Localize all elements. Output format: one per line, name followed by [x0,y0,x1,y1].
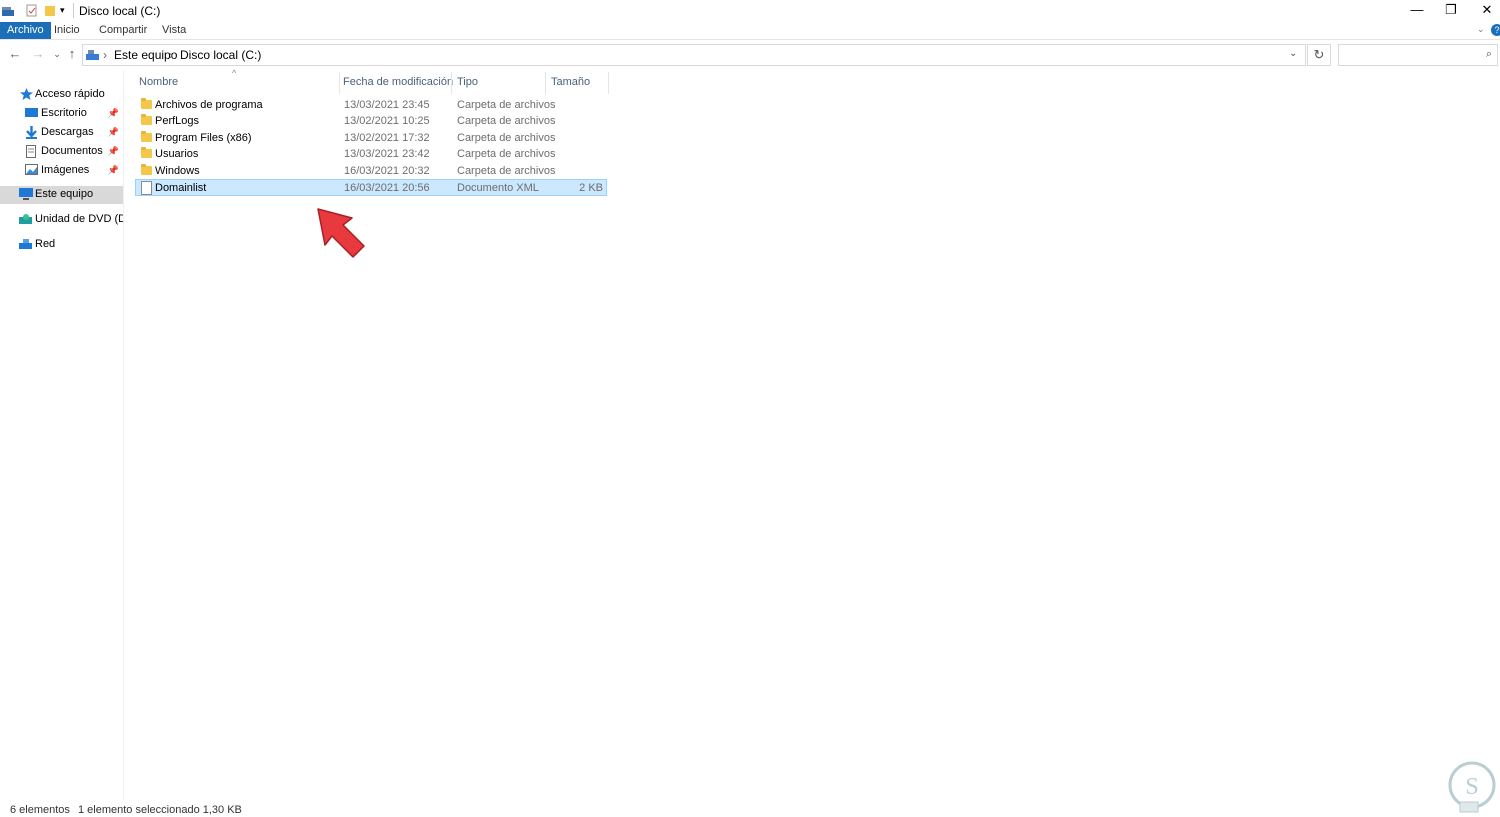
item-count: 6 elementos [10,804,70,816]
forward-arrow-icon[interactable]: → [31,46,45,61]
explorer-app-icon[interactable] [2,4,14,17]
sidebar-item-descargas[interactable]: Descargas 📌 [0,124,123,142]
folder-icon [141,164,152,175]
recent-locations-icon[interactable]: ⌄ [50,49,64,60]
folder-icon [141,147,152,158]
column-divider[interactable] [608,72,609,94]
sidebar-item-acceso-rapido[interactable]: Acceso rápido [0,86,123,104]
documents-icon [26,145,39,158]
column-divider[interactable] [451,72,452,94]
breadcrumb-separator: › [103,48,107,62]
sidebar-item-unidad-dvd[interactable]: Unidad de DVD (D:) S [0,211,123,229]
folder-icon [141,98,152,109]
navigation-pane: Acceso rápido Escritorio 📌 Descargas 📌 D… [0,70,124,800]
folder-icon [141,114,152,125]
xml-file-icon [141,181,152,195]
status-bar: 6 elementos 1 elemento seleccionado 1,30… [0,800,1500,816]
column-header-name[interactable]: Nombre [139,76,178,88]
tab-inicio[interactable]: Inicio [47,22,87,39]
computer-location-icon [86,49,99,63]
column-header-type[interactable]: Tipo [457,76,478,88]
pin-icon[interactable]: 📌 [108,127,119,138]
pin-icon[interactable]: 📌 [108,146,119,157]
svg-text:S: S [1465,774,1478,800]
sidebar-item-imagenes[interactable]: Imágenes 📌 [0,162,123,180]
pictures-icon [25,164,38,175]
refresh-button[interactable]: ↻ [1307,44,1331,66]
new-folder-icon[interactable] [44,4,56,17]
folder-icon [141,131,152,142]
pin-icon[interactable]: 📌 [108,108,119,119]
breadcrumb-disco-local[interactable]: Disco local (C:) [180,48,261,62]
red-arrow-icon [312,204,372,264]
file-row[interactable]: Windows 16/03/2021 20:32 Carpeta de arch… [136,163,606,179]
tab-archivo[interactable]: Archivo [0,22,51,39]
sidebar-item-documentos[interactable]: Documentos 📌 [0,143,123,161]
minimize-button[interactable]: — [1402,2,1432,20]
file-row[interactable]: Usuarios 13/03/2021 23:42 Carpeta de arc… [136,146,606,162]
search-icon[interactable]: ⌕ [1486,48,1492,61]
search-input[interactable] [1341,47,1475,63]
file-row[interactable]: PerfLogs 13/02/2021 10:25 Carpeta de arc… [136,113,606,129]
breadcrumb-este-equipo[interactable]: Este equipo [114,48,177,62]
customize-toolbar-icon[interactable]: ▾ [60,5,65,16]
restore-button[interactable]: ❐ [1436,2,1466,20]
selection-info: 1 elemento seleccionado 1,30 KB [78,804,242,816]
back-arrow-icon[interactable]: ← [8,46,22,61]
address-dropdown-icon[interactable]: ⌄ [1289,48,1297,59]
computer-icon [19,188,33,200]
column-headers: Nombre Fecha de modificación Tipo Tamaño [124,70,1500,94]
window-title: Disco local (C:) [79,4,161,18]
column-header-size[interactable]: Tamaño [551,76,590,88]
watermark-logo-icon: S [1440,760,1498,814]
sidebar-item-escritorio[interactable]: Escritorio 📌 [0,105,123,123]
column-divider[interactable] [339,72,340,94]
file-row[interactable]: Archivos de programa 13/03/2021 23:45 Ca… [136,97,606,113]
search-box[interactable]: ⌕ [1338,44,1498,66]
desktop-icon [25,107,38,118]
download-icon [25,126,38,139]
ribbon-tabs: Archivo Inicio Compartir Vista ⌄ ? [0,22,1500,40]
up-arrow-icon[interactable]: ↑ [65,46,79,61]
address-bar[interactable]: › Este equipo › Disco local (C:) ⌄ [82,44,1306,66]
sidebar-item-este-equipo[interactable]: Este equipo [0,186,123,204]
title-bar: ▾ Disco local (C:) — ❐ ✕ [0,0,1500,22]
help-icon[interactable]: ? [1491,24,1500,36]
column-header-date[interactable]: Fecha de modificación [343,76,453,88]
file-row[interactable]: Program Files (x86) 13/02/2021 17:32 Car… [136,130,606,146]
properties-icon[interactable] [26,4,38,17]
sidebar-item-red[interactable]: Red [0,236,123,254]
close-button[interactable]: ✕ [1472,2,1500,20]
dvd-icon [19,213,32,224]
column-divider[interactable] [545,72,546,94]
network-icon [19,238,32,249]
file-row-selected[interactable]: Domainlist 16/03/2021 20:56 Documento XM… [135,179,607,196]
expand-ribbon-icon[interactable]: ⌄ [1477,24,1485,35]
tab-vista[interactable]: Vista [155,22,193,39]
pin-icon[interactable]: 📌 [108,165,119,176]
tab-compartir[interactable]: Compartir [92,22,154,39]
star-icon [20,88,33,100]
breadcrumb-separator: › [169,48,173,62]
title-divider [73,3,74,18]
sort-ascending-icon: ^ [232,68,237,78]
